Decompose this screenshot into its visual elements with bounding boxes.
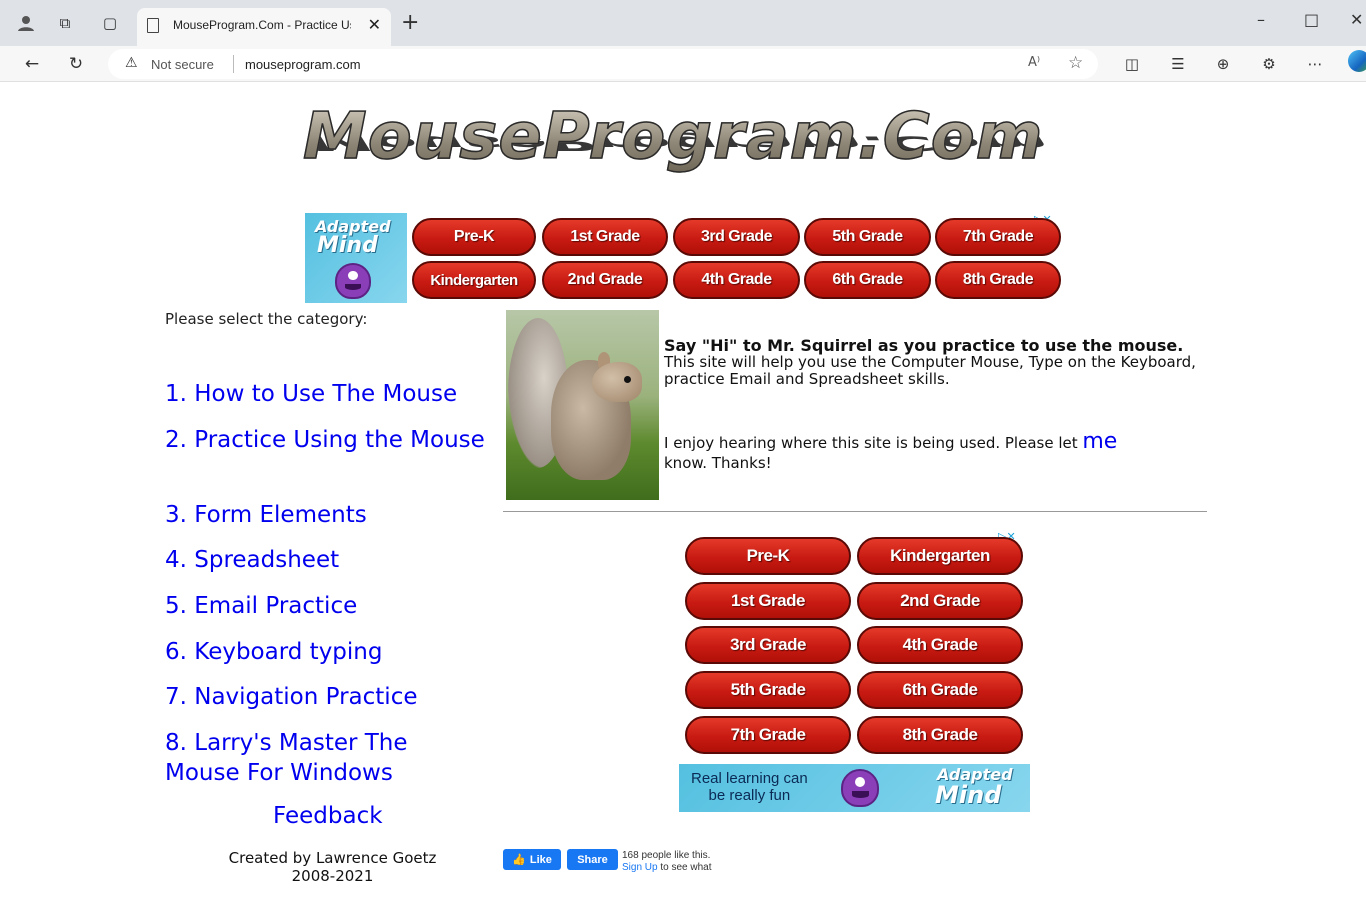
vertical-tabs-icon[interactable]: ▢ [98,11,122,35]
ad-grade-button-6th[interactable]: 6th Grade [804,261,931,299]
category-link-how-to-use-mouse[interactable]: 1. How to Use The Mouse [165,379,495,409]
logo-text: MouseProgram.Com [302,99,1044,175]
site-logo: MouseProgram.Com MouseProgram.Com [300,99,1070,190]
back-button[interactable]: ← [20,52,44,76]
ad-grade-button-5th[interactable]: 5th Grade [804,218,931,256]
category-link-master-the-mouse[interactable]: 8. Larry's Master The Mouse For Windows [165,728,465,788]
ad-grade-button-7th[interactable]: 7th Grade [935,218,1061,256]
ad-grade-button-8th[interactable]: 8th Grade [857,716,1023,754]
collections-icon[interactable]: ⊕ [1211,52,1235,76]
credit-author: Created by Lawrence Goetz [228,849,437,867]
minimize-button[interactable]: – [1257,10,1265,29]
category-link-practice-mouse[interactable]: 2. Practice Using the Mouse [165,425,495,455]
adaptedmind-logo[interactable]: Adapted Mind [305,213,407,303]
signup-suffix: to see what [657,862,712,873]
ad-grade-button-prek[interactable]: Pre-K [685,537,851,575]
category-prompt: Please select the category: [165,310,368,328]
ad-grade-button-1st[interactable]: 1st Grade [685,582,851,620]
ad-tagline: Real learning can be really fun [691,770,808,804]
profile-icon[interactable] [14,11,38,35]
intro-description: This site will help you use the Computer… [664,353,1196,388]
workspaces-icon[interactable]: ⧉ [53,11,77,35]
facebook-signup-link[interactable]: Sign Up [622,862,658,873]
maximize-button[interactable]: □ [1304,10,1319,29]
active-tab[interactable]: MouseProgram.Com - Practice Us ✕ [137,8,391,46]
url-text[interactable]: mouseprogram.com [245,57,361,72]
new-tab-button[interactable]: + [401,10,419,35]
squirrel-eye [624,376,631,383]
monster-icon [841,769,879,807]
ad-grade-button-8th[interactable]: 8th Grade [935,261,1061,299]
intro-text: Say "Hi" to Mr. Squirrel as you practice… [664,337,1204,388]
address-separator [233,55,234,73]
ad-grade-button-6th[interactable]: 6th Grade [857,671,1023,709]
warning-icon: ⚠ [125,55,138,71]
thanks-text: I enjoy hearing where this site is being… [664,429,1204,473]
ad-grade-button-prek[interactable]: Pre-K [412,218,536,256]
intro-heading: Say "Hi" to Mr. Squirrel as you practice… [664,336,1184,355]
favorite-star-icon[interactable]: ☆ [1068,53,1083,73]
like-label: Like [529,853,552,866]
more-options-icon[interactable]: ⋯ [1303,52,1327,76]
squirrel-head [592,362,642,402]
read-aloud-icon[interactable]: A⁾ [1028,55,1040,70]
ad-brand-line2: Mind [317,233,378,258]
navigation-bar: ← ↻ ⚠ Not secure mouseprogram.com A⁾ ☆ ◫… [0,46,1366,82]
thanks-after: know. Thanks! [664,454,772,472]
facebook-like-count: 168 people like this. Sign Up to see wha… [622,850,712,874]
like-count-text: 168 people like this. [622,850,711,861]
facebook-like-button[interactable]: 👍 Like [503,849,561,870]
close-window-button[interactable]: ✕ [1350,10,1363,29]
favorites-icon[interactable]: ☰ [1166,52,1190,76]
extensions-icon[interactable]: ⚙ [1257,52,1281,76]
category-link-keyboard-typing[interactable]: 6. Keyboard typing [165,637,495,667]
category-link-navigation-practice[interactable]: 7. Navigation Practice [165,682,495,712]
ad-grade-button-2nd[interactable]: 2nd Grade [857,582,1023,620]
address-bar[interactable]: ⚠ Not secure mouseprogram.com A⁾ ☆ [108,49,1098,79]
credit-years: 2008-2021 [291,867,374,885]
split-screen-icon[interactable]: ◫ [1120,52,1144,76]
ad-grade-button-3rd[interactable]: 3rd Grade [685,626,851,664]
divider [503,511,1207,512]
monster-icon [335,263,371,299]
facebook-share-button[interactable]: Share [567,849,618,870]
security-label[interactable]: Not secure [151,57,214,72]
category-link-email-practice[interactable]: 5. Email Practice [165,591,495,621]
refresh-button[interactable]: ↻ [64,52,88,76]
ad-grade-button-4th[interactable]: 4th Grade [673,261,800,299]
thumbs-up-icon: 👍 [512,854,526,866]
ad-grade-button-kindergarten[interactable]: Kindergarten [857,537,1023,575]
ad-grade-button-5th[interactable]: 5th Grade [685,671,851,709]
squirrel-image [506,310,659,500]
ad-grade-button-kindergarten[interactable]: Kindergarten [412,261,536,299]
tab-bar: ⧉ ▢ MouseProgram.Com - Practice Us ✕ + –… [0,0,1366,46]
ad-grade-button-1st[interactable]: 1st Grade [542,218,668,256]
ad-grade-button-4th[interactable]: 4th Grade [857,626,1023,664]
ad-tagline-line2: be really fun [708,787,791,804]
tab-close-icon[interactable]: ✕ [368,15,381,34]
ad-grade-button-7th[interactable]: 7th Grade [685,716,851,754]
category-link-spreadsheet[interactable]: 4. Spreadsheet [165,545,495,575]
category-link-form-elements[interactable]: 3. Form Elements [165,500,495,530]
thanks-before: I enjoy hearing where this site is being… [664,434,1083,452]
tab-title: MouseProgram.Com - Practice Us [173,18,351,32]
copilot-icon[interactable] [1348,50,1366,72]
ad-grade-button-2nd[interactable]: 2nd Grade [542,261,668,299]
ad-brand-line2: Mind [935,781,1002,809]
feedback-link[interactable]: Feedback [273,803,383,829]
ad-grade-button-3rd[interactable]: 3rd Grade [673,218,800,256]
adaptedmind-tagline-banner[interactable]: Real learning can be really fun Adapted … [679,764,1030,812]
page-icon [147,18,159,33]
contact-me-link[interactable]: me [1082,429,1117,454]
credit-text: Created by Lawrence Goetz 2008-2021 [200,849,465,885]
ad-tagline-line1: Real learning can [691,770,808,787]
